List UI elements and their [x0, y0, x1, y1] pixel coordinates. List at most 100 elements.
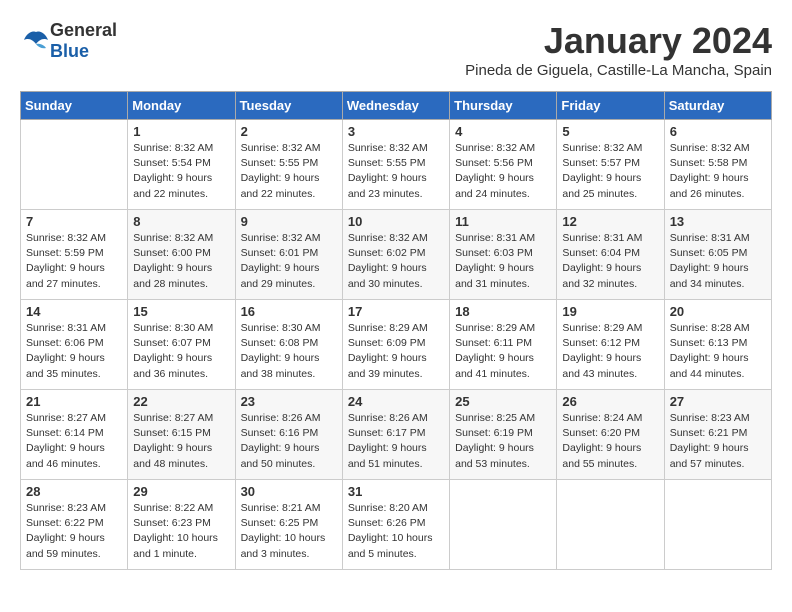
calendar-cell: 12Sunrise: 8:31 AM Sunset: 6:04 PM Dayli…: [557, 210, 664, 300]
weekday-header-sunday: Sunday: [21, 92, 128, 120]
calendar-cell: [557, 480, 664, 570]
calendar-cell: 31 Sunrise: 8:20 AM Sunset: 6:26 PM Dayli…: [342, 480, 449, 570]
calendar-cell: 20Sunrise: 8:28 AM Sunset: 6:13 PM Dayli…: [664, 300, 771, 390]
calendar-title: January 2024: [465, 20, 772, 62]
day-number: 13: [670, 214, 766, 229]
day-number: 23: [241, 394, 337, 409]
day-number: 24: [348, 394, 444, 409]
day-detail: Sunrise: 8:32 AM Sunset: 5:55 PM Dayligh…: [241, 141, 337, 202]
weekday-header-thursday: Thursday: [450, 92, 557, 120]
calendar-cell: 27 Sunrise: 8:23 AM Sunset: 6:21 PM Dayli…: [664, 390, 771, 480]
day-number: 27: [670, 394, 766, 409]
day-detail: Sunrise: 8:29 AM Sunset: 6:12 PM Dayligh…: [562, 321, 658, 382]
calendar-week-row: 1 Sunrise: 8:32 AM Sunset: 5:54 PM Daylig…: [21, 120, 772, 210]
day-number: 16: [241, 304, 337, 319]
day-number: 4: [455, 124, 551, 139]
day-number: 9: [241, 214, 337, 229]
calendar-cell: 6 Sunrise: 8:32 AM Sunset: 5:58 PM Daylig…: [664, 120, 771, 210]
calendar-cell: 25 Sunrise: 8:25 AM Sunset: 6:19 PM Dayli…: [450, 390, 557, 480]
day-detail: Sunrise: 8:25 AM Sunset: 6:19 PM Dayligh…: [455, 411, 551, 472]
day-detail: Sunrise: 8:32 AM Sunset: 6:00 PM Dayligh…: [133, 231, 229, 292]
page-header: General Blue January 2024 Pineda de Gigu…: [20, 20, 772, 87]
logo-blue-text: Blue: [50, 41, 89, 61]
weekday-header-tuesday: Tuesday: [235, 92, 342, 120]
logo: General Blue: [20, 20, 117, 62]
day-number: 28: [26, 484, 122, 499]
weekday-header-saturday: Saturday: [664, 92, 771, 120]
day-detail: Sunrise: 8:24 AM Sunset: 6:20 PM Dayligh…: [562, 411, 658, 472]
calendar-cell: 11 Sunrise: 8:31 AM Sunset: 6:03 PM Dayli…: [450, 210, 557, 300]
day-number: 14: [26, 304, 122, 319]
calendar-cell: 14 Sunrise: 8:31 AM Sunset: 6:06 PM Dayli…: [21, 300, 128, 390]
day-detail: Sunrise: 8:31 AM Sunset: 6:03 PM Dayligh…: [455, 231, 551, 292]
calendar-cell: 16 Sunrise: 8:30 AM Sunset: 6:08 PM Dayli…: [235, 300, 342, 390]
calendar-cell: 8 Sunrise: 8:32 AM Sunset: 6:00 PM Daylig…: [128, 210, 235, 300]
weekday-header-monday: Monday: [128, 92, 235, 120]
day-number: 11: [455, 214, 551, 229]
day-number: 10: [348, 214, 444, 229]
day-detail: Sunrise: 8:32 AM Sunset: 5:54 PM Dayligh…: [133, 141, 229, 202]
day-detail: Sunrise: 8:32 AM Sunset: 5:57 PM Dayligh…: [562, 141, 658, 202]
day-number: 6: [670, 124, 766, 139]
day-detail: Sunrise: 8:23 AM Sunset: 6:21 PM Dayligh…: [670, 411, 766, 472]
calendar-cell: 3Sunrise: 8:32 AM Sunset: 5:55 PM Daylig…: [342, 120, 449, 210]
day-number: 3: [348, 124, 444, 139]
day-number: 22: [133, 394, 229, 409]
day-detail: Sunrise: 8:32 AM Sunset: 5:58 PM Dayligh…: [670, 141, 766, 202]
calendar-week-row: 21 Sunrise: 8:27 AM Sunset: 6:14 PM Dayli…: [21, 390, 772, 480]
day-number: 18: [455, 304, 551, 319]
day-number: 31: [348, 484, 444, 499]
weekday-header-wednesday: Wednesday: [342, 92, 449, 120]
day-detail: Sunrise: 8:27 AM Sunset: 6:14 PM Dayligh…: [26, 411, 122, 472]
calendar-cell: 2 Sunrise: 8:32 AM Sunset: 5:55 PM Daylig…: [235, 120, 342, 210]
day-detail: Sunrise: 8:31 AM Sunset: 6:05 PM Dayligh…: [670, 231, 766, 292]
day-detail: Sunrise: 8:20 AM Sunset: 6:26 PM Dayligh…: [348, 501, 444, 562]
calendar-cell: 19 Sunrise: 8:29 AM Sunset: 6:12 PM Dayli…: [557, 300, 664, 390]
day-number: 12: [562, 214, 658, 229]
day-number: 19: [562, 304, 658, 319]
calendar-cell: 22 Sunrise: 8:27 AM Sunset: 6:15 PM Dayli…: [128, 390, 235, 480]
day-number: 7: [26, 214, 122, 229]
calendar-cell: 23 Sunrise: 8:26 AM Sunset: 6:16 PM Dayli…: [235, 390, 342, 480]
day-number: 30: [241, 484, 337, 499]
calendar-subtitle: Pineda de Giguela, Castille-La Mancha, S…: [465, 62, 772, 79]
day-number: 2: [241, 124, 337, 139]
day-number: 5: [562, 124, 658, 139]
day-detail: Sunrise: 8:26 AM Sunset: 6:17 PM Dayligh…: [348, 411, 444, 472]
logo-general-text: General: [50, 20, 117, 40]
weekday-header-row: SundayMondayTuesdayWednesdayThursdayFrid…: [21, 92, 772, 120]
calendar-cell: 24 Sunrise: 8:26 AM Sunset: 6:17 PM Dayli…: [342, 390, 449, 480]
day-number: 25: [455, 394, 551, 409]
day-number: 17: [348, 304, 444, 319]
calendar-week-row: 7Sunrise: 8:32 AM Sunset: 5:59 PM Daylig…: [21, 210, 772, 300]
logo-bird-icon: [22, 30, 50, 52]
calendar-cell: 9Sunrise: 8:32 AM Sunset: 6:01 PM Daylig…: [235, 210, 342, 300]
day-number: 8: [133, 214, 229, 229]
day-detail: Sunrise: 8:29 AM Sunset: 6:09 PM Dayligh…: [348, 321, 444, 382]
day-number: 15: [133, 304, 229, 319]
day-number: 1: [133, 124, 229, 139]
calendar-week-row: 28 Sunrise: 8:23 AM Sunset: 6:22 PM Dayli…: [21, 480, 772, 570]
calendar-cell: [450, 480, 557, 570]
calendar-cell: 26Sunrise: 8:24 AM Sunset: 6:20 PM Dayli…: [557, 390, 664, 480]
calendar-cell: 4Sunrise: 8:32 AM Sunset: 5:56 PM Daylig…: [450, 120, 557, 210]
calendar-cell: 21 Sunrise: 8:27 AM Sunset: 6:14 PM Dayli…: [21, 390, 128, 480]
calendar-cell: 1 Sunrise: 8:32 AM Sunset: 5:54 PM Daylig…: [128, 120, 235, 210]
day-detail: Sunrise: 8:26 AM Sunset: 6:16 PM Dayligh…: [241, 411, 337, 472]
weekday-header-friday: Friday: [557, 92, 664, 120]
calendar-cell: 15Sunrise: 8:30 AM Sunset: 6:07 PM Dayli…: [128, 300, 235, 390]
day-number: 29: [133, 484, 229, 499]
day-detail: Sunrise: 8:32 AM Sunset: 6:02 PM Dayligh…: [348, 231, 444, 292]
day-number: 21: [26, 394, 122, 409]
calendar-cell: 5 Sunrise: 8:32 AM Sunset: 5:57 PM Daylig…: [557, 120, 664, 210]
day-detail: Sunrise: 8:27 AM Sunset: 6:15 PM Dayligh…: [133, 411, 229, 472]
day-detail: Sunrise: 8:29 AM Sunset: 6:11 PM Dayligh…: [455, 321, 551, 382]
calendar-cell: 13 Sunrise: 8:31 AM Sunset: 6:05 PM Dayli…: [664, 210, 771, 300]
calendar-cell: 29Sunrise: 8:22 AM Sunset: 6:23 PM Dayli…: [128, 480, 235, 570]
day-detail: Sunrise: 8:23 AM Sunset: 6:22 PM Dayligh…: [26, 501, 122, 562]
calendar-cell: 28 Sunrise: 8:23 AM Sunset: 6:22 PM Dayli…: [21, 480, 128, 570]
day-detail: Sunrise: 8:31 AM Sunset: 6:06 PM Dayligh…: [26, 321, 122, 382]
day-detail: Sunrise: 8:28 AM Sunset: 6:13 PM Dayligh…: [670, 321, 766, 382]
calendar-cell: 18 Sunrise: 8:29 AM Sunset: 6:11 PM Dayli…: [450, 300, 557, 390]
day-detail: Sunrise: 8:30 AM Sunset: 6:08 PM Dayligh…: [241, 321, 337, 382]
